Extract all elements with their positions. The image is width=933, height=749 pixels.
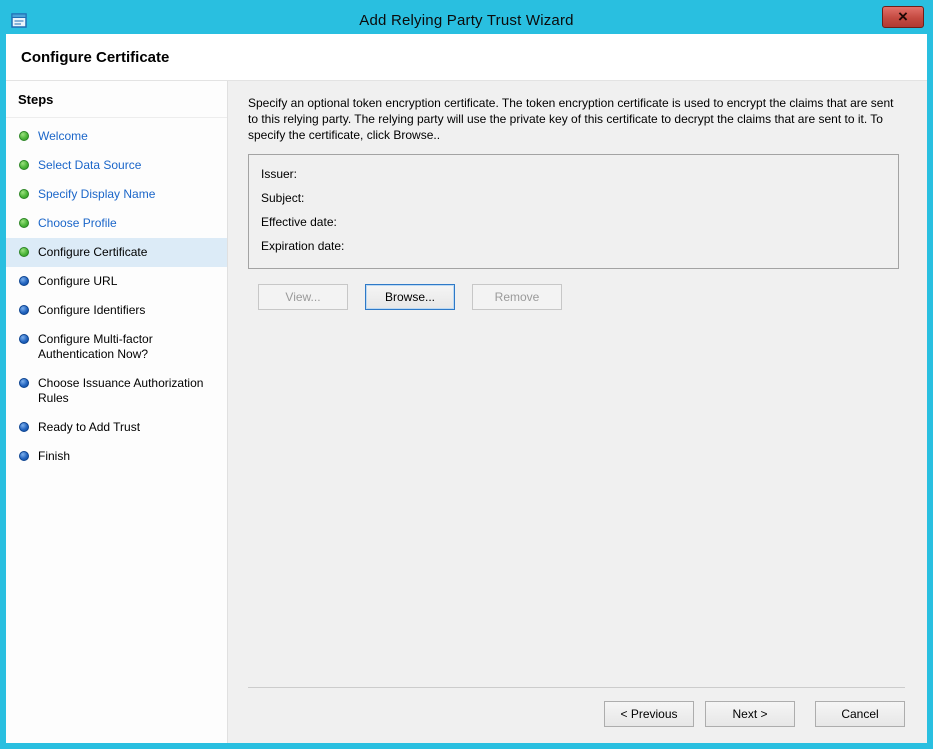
steps-list: Welcome Select Data Source Specify Displ… (6, 122, 227, 471)
sidebar-item-configure-certificate: Configure Certificate (6, 238, 227, 267)
sidebar-item-configure-mfa: Configure Multi-factor Authentication No… (6, 325, 227, 369)
certificate-actions: View... Browse... Remove (258, 284, 905, 310)
sidebar-item-choose-issuance-rules: Choose Issuance Authorization Rules (6, 369, 227, 413)
page-title: Configure Certificate (21, 49, 911, 66)
expiration-date-row: Expiration date: (261, 234, 886, 258)
close-button[interactable]: × (882, 6, 924, 28)
description-text: Specify an optional token encryption cer… (248, 95, 905, 143)
close-icon: × (898, 8, 908, 26)
certificate-details-box: Issuer: Subject: Effective date: Expirat… (248, 154, 899, 269)
subject-row: Subject: (261, 186, 886, 210)
page-header: Configure Certificate (6, 34, 927, 81)
next-button[interactable]: Next > (705, 701, 795, 727)
effective-date-row: Effective date: (261, 210, 886, 234)
effective-date-label: Effective date: (261, 215, 337, 229)
steps-heading: Steps (6, 90, 227, 118)
sidebar-item-select-data-source[interactable]: Select Data Source (6, 151, 227, 180)
sidebar-item-finish: Finish (6, 442, 227, 471)
step-upcoming-icon (19, 451, 29, 461)
step-upcoming-icon (19, 334, 29, 344)
sidebar-item-ready-to-add-trust: Ready to Add Trust (6, 413, 227, 442)
step-upcoming-icon (19, 305, 29, 315)
sidebar-item-configure-identifiers: Configure Identifiers (6, 296, 227, 325)
issuer-row: Issuer: (261, 162, 886, 186)
step-completed-icon (19, 218, 29, 228)
previous-button[interactable]: < Previous (604, 701, 694, 727)
sidebar-item-configure-url: Configure URL (6, 267, 227, 296)
expiration-date-label: Expiration date: (261, 239, 344, 253)
window-title: Add Relying Party Trust Wizard (6, 12, 927, 29)
step-upcoming-icon (19, 378, 29, 388)
wizard-footer: < Previous Next > Cancel (248, 687, 905, 727)
wizard-window: Add Relying Party Trust Wizard × Configu… (0, 0, 933, 749)
view-button[interactable]: View... (258, 284, 348, 310)
cancel-button[interactable]: Cancel (815, 701, 905, 727)
subject-label: Subject: (261, 191, 304, 205)
main-content: Specify an optional token encryption cer… (228, 81, 927, 743)
issuer-label: Issuer: (261, 167, 297, 181)
remove-button[interactable]: Remove (472, 284, 562, 310)
sidebar-item-choose-profile[interactable]: Choose Profile (6, 209, 227, 238)
step-current-icon (19, 247, 29, 257)
step-upcoming-icon (19, 276, 29, 286)
step-upcoming-icon (19, 422, 29, 432)
step-completed-icon (19, 189, 29, 199)
step-completed-icon (19, 131, 29, 141)
browse-button[interactable]: Browse... (365, 284, 455, 310)
sidebar-item-welcome[interactable]: Welcome (6, 122, 227, 151)
titlebar: Add Relying Party Trust Wizard × (6, 6, 927, 34)
sidebar-item-specify-display-name[interactable]: Specify Display Name (6, 180, 227, 209)
step-completed-icon (19, 160, 29, 170)
steps-sidebar: Steps Welcome Select Data Source Specify… (6, 81, 228, 743)
